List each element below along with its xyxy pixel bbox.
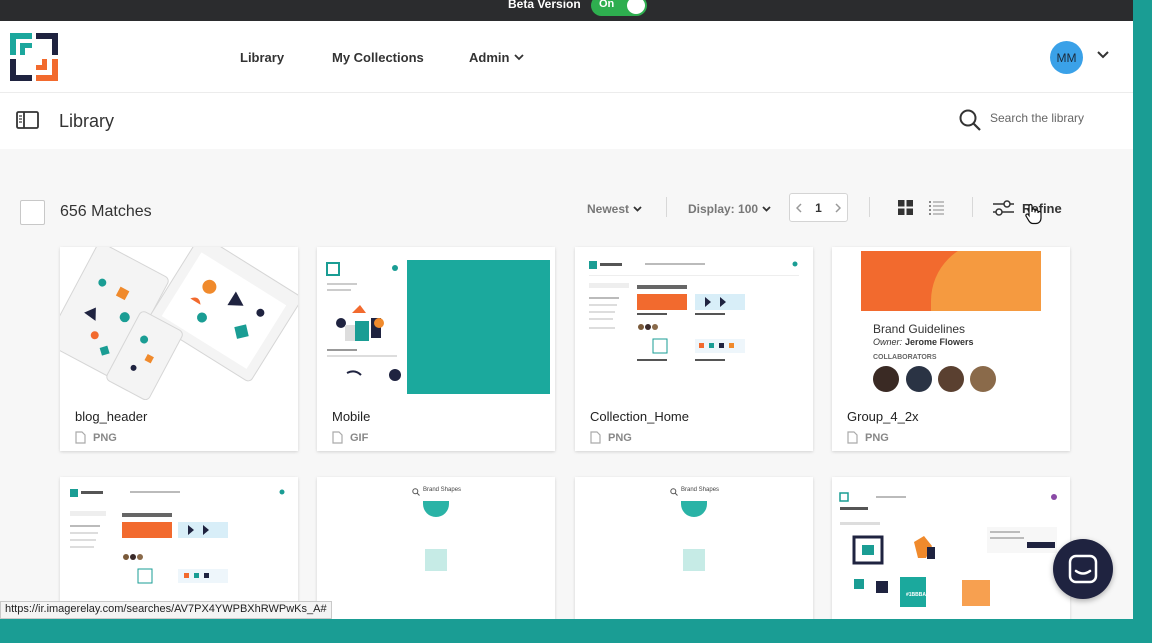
sort-dropdown[interactable]: Newest bbox=[587, 202, 642, 216]
beta-label: Beta Version bbox=[508, 0, 581, 11]
chat-launcher-button[interactable] bbox=[1053, 539, 1113, 599]
hex-color-label: #1BBBAC bbox=[906, 592, 930, 598]
page-number[interactable]: 1 bbox=[815, 201, 822, 215]
divider bbox=[869, 197, 870, 217]
collection-home-screenshot bbox=[585, 257, 803, 387]
asset-name[interactable]: blog_header bbox=[75, 409, 147, 424]
chevron-right-icon[interactable] bbox=[835, 202, 841, 213]
brand-title: Brand Guidelines bbox=[873, 322, 966, 336]
asset-thumbnail[interactable] bbox=[832, 477, 1070, 619]
asset-card[interactable]: Brand Guidelines Owner: Jerome Flowers C… bbox=[832, 247, 1070, 451]
brand-banner bbox=[861, 251, 1041, 311]
collaborator-avatar bbox=[938, 366, 964, 392]
avatar[interactable]: MM bbox=[1050, 41, 1083, 74]
hand-cursor-icon bbox=[1025, 203, 1042, 225]
file-type: PNG bbox=[75, 431, 117, 444]
brand-shapes-label: Brand Shapes bbox=[681, 487, 720, 493]
file-type-label: GIF bbox=[350, 431, 369, 444]
file-type-label: PNG bbox=[93, 431, 117, 444]
asset-card[interactable]: Brand Shapes bbox=[317, 477, 555, 619]
page-title: Library bbox=[59, 111, 115, 131]
divider bbox=[666, 197, 667, 217]
pagination: 1 bbox=[789, 193, 848, 222]
brand-owner-name: Jerome Flowers bbox=[905, 337, 974, 347]
divider bbox=[972, 197, 973, 217]
file-type-label: PNG bbox=[865, 431, 889, 444]
file-type: PNG bbox=[847, 431, 889, 444]
asset-thumbnail[interactable]: Brand Guidelines Owner: Jerome Flowers C… bbox=[832, 247, 1070, 400]
results-toolbar: 656 Matches Newest Display: 100 1 Refine bbox=[0, 185, 1133, 235]
collaborator-avatar bbox=[970, 366, 996, 392]
asset-card[interactable] bbox=[60, 477, 298, 619]
asset-card[interactable]: Collection_Home PNG bbox=[575, 247, 813, 451]
asset-name[interactable]: Collection_Home bbox=[590, 409, 689, 424]
search-icon[interactable] bbox=[958, 108, 982, 132]
asset-card[interactable]: #1BBBAC bbox=[832, 477, 1070, 619]
app-window: Beta Version On Library My Collections A… bbox=[0, 0, 1133, 619]
top-nav: Library My Collections Admin MM bbox=[0, 21, 1133, 93]
brand-owner-label: Owner: bbox=[873, 337, 903, 347]
file-icon bbox=[332, 431, 343, 444]
nav-library[interactable]: Library bbox=[240, 50, 284, 65]
nav-admin-label: Admin bbox=[469, 50, 510, 65]
sidebar-toggle-icon[interactable] bbox=[16, 111, 39, 129]
chat-icon bbox=[1068, 554, 1098, 584]
asset-thumbnail[interactable] bbox=[60, 477, 298, 619]
beta-toggle-text: On bbox=[599, 0, 615, 10]
chevron-down-icon bbox=[762, 206, 771, 212]
teal-shape bbox=[425, 549, 447, 571]
teal-shape bbox=[683, 549, 705, 571]
chevron-down-icon bbox=[633, 206, 642, 212]
search-icon bbox=[412, 488, 420, 496]
search-icon bbox=[670, 488, 678, 496]
file-icon bbox=[847, 431, 858, 444]
sort-label: Newest bbox=[587, 202, 630, 216]
teal-shape bbox=[423, 501, 449, 517]
file-icon bbox=[75, 431, 86, 444]
library-bar: Library bbox=[0, 93, 1133, 149]
blog-header-illustration bbox=[60, 247, 298, 400]
imagerelay-logo[interactable] bbox=[8, 31, 60, 83]
asset-card[interactable]: Mobile GIF bbox=[317, 247, 555, 451]
nav-admin[interactable]: Admin bbox=[469, 50, 525, 65]
match-count: 656 Matches bbox=[60, 203, 152, 220]
select-all-checkbox[interactable] bbox=[20, 200, 45, 225]
teal-shape bbox=[681, 501, 707, 517]
file-icon bbox=[590, 431, 601, 444]
sliders-icon bbox=[993, 200, 1014, 216]
list-view-icon[interactable] bbox=[929, 200, 944, 215]
chevron-left-icon[interactable] bbox=[796, 202, 802, 213]
asset-thumbnail[interactable] bbox=[317, 247, 555, 400]
asset-thumbnail[interactable] bbox=[60, 247, 298, 400]
mobile-illustration bbox=[322, 260, 550, 394]
asset-card[interactable]: blog_header PNG bbox=[60, 247, 298, 451]
brand-shapes-label: Brand Shapes bbox=[423, 487, 462, 493]
asset-name[interactable]: Mobile bbox=[332, 409, 370, 424]
collaborators-label: COLLABORATORS bbox=[873, 354, 937, 361]
collaborator-avatar bbox=[873, 366, 899, 392]
status-bar-url: https://ir.imagerelay.com/searches/AV7PX… bbox=[0, 601, 332, 619]
file-type: GIF bbox=[332, 431, 368, 444]
nav-my-collections[interactable]: My Collections bbox=[332, 50, 424, 65]
beta-bar: Beta Version On bbox=[0, 0, 1133, 21]
display-dropdown[interactable]: Display: 100 bbox=[688, 202, 771, 216]
toggle-knob bbox=[627, 0, 645, 14]
collaborator-avatar bbox=[906, 366, 932, 392]
chevron-down-icon bbox=[514, 54, 525, 61]
grid-view-icon[interactable] bbox=[898, 200, 913, 215]
account-chevron-down-icon[interactable] bbox=[1097, 51, 1109, 59]
beta-toggle[interactable]: On bbox=[591, 0, 647, 16]
asset-card[interactable]: Brand Shapes bbox=[575, 477, 813, 619]
file-type: PNG bbox=[590, 431, 632, 444]
asset-name[interactable]: Group_4_2x bbox=[847, 409, 919, 424]
display-label: Display: 100 bbox=[688, 202, 759, 216]
search-input[interactable] bbox=[990, 111, 1120, 125]
asset-thumbnail[interactable] bbox=[575, 247, 813, 400]
file-type-label: PNG bbox=[608, 431, 632, 444]
